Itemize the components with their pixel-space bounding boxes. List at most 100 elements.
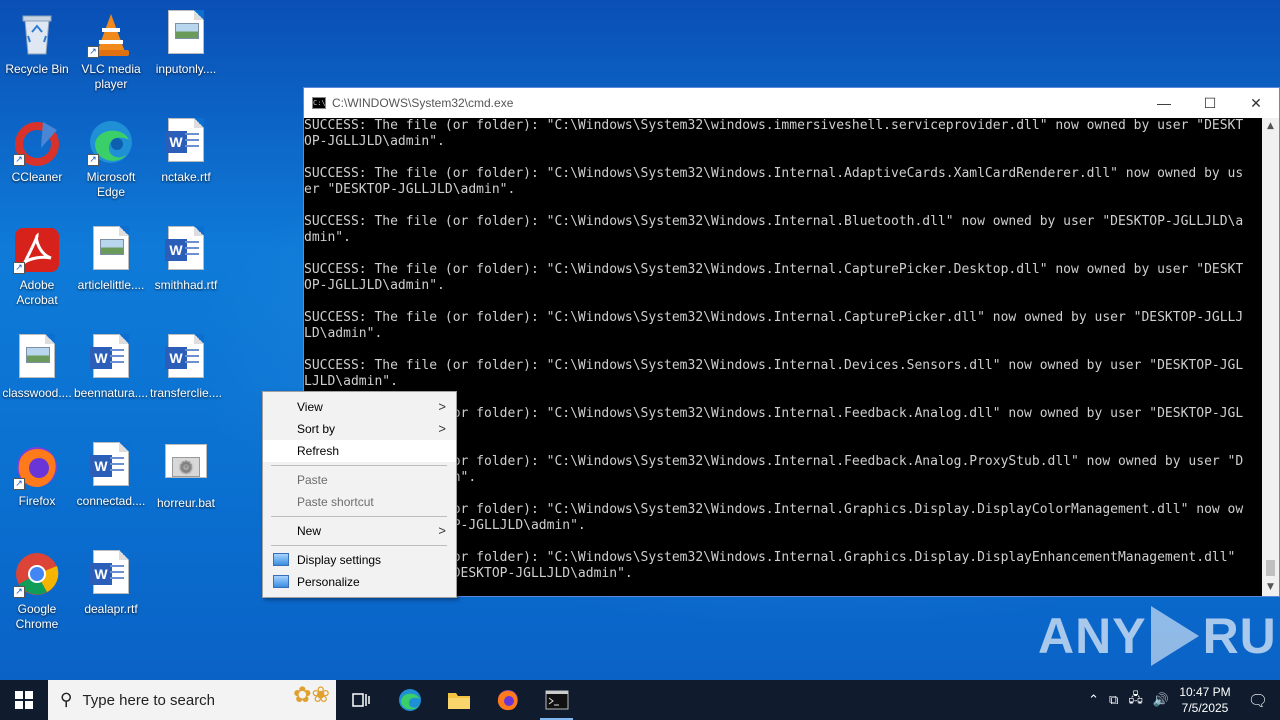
edge-icon [398, 689, 421, 711]
shortcut-arrow-icon: ↗ [13, 586, 25, 598]
cmd-titlebar[interactable]: C:\ C:\WINDOWS\System32\cmd.exe — ☐ ✕ [304, 88, 1279, 118]
desktop-icon-smithhad[interactable]: W smithhad.rtf [149, 220, 223, 293]
notification-center-icon[interactable]: 🗨 [1236, 691, 1280, 710]
watermark-text-left: ANY [1038, 608, 1147, 664]
edge-icon: ↗ [87, 118, 135, 166]
desktop-icon-label: dealapr.rtf [84, 602, 138, 616]
clock-time: 10:47 PM [1179, 685, 1231, 699]
menu-item-refresh[interactable]: Refresh [263, 440, 456, 462]
desktop-icon-articlelittle[interactable]: articlelittle.... [74, 220, 148, 293]
search-placeholder: Type here to search [82, 691, 216, 709]
desktop-icon-label: Recycle Bin [5, 62, 69, 76]
word-document-icon: W [87, 334, 135, 382]
scroll-up-icon[interactable]: ▲ [1262, 118, 1279, 135]
vertical-scrollbar[interactable]: ▲ ▼ [1262, 118, 1279, 596]
volume-icon[interactable]: 🔊 [1148, 693, 1174, 708]
desktop-icon-label: nctake.rtf [161, 170, 211, 184]
menu-item-sort-by[interactable]: Sort by > [263, 418, 456, 440]
menu-item-label: Display settings [297, 553, 382, 567]
word-document-icon: W [162, 334, 210, 382]
desktop-icon-vlc[interactable]: ↗ VLC media player [74, 4, 148, 92]
play-logo-icon [1150, 606, 1199, 666]
menu-item-label: New [297, 524, 322, 538]
desktop-icon-label: connectad.... [76, 494, 146, 508]
image-file-icon [162, 10, 210, 58]
desktop-icon-classwood[interactable]: classwood.... [0, 328, 74, 401]
chrome-icon: ↗ [13, 550, 61, 598]
personalize-icon [273, 575, 289, 588]
desktop-icon-beennatura[interactable]: W beennatura.... [74, 328, 148, 401]
taskbar-cmd-button[interactable] [532, 680, 581, 720]
taskbar-clock[interactable]: 10:47 PM 7/5/2025 [1174, 684, 1236, 716]
desktop-icon-horreur-bat[interactable]: ⚙ horreur.bat [149, 436, 223, 511]
start-button[interactable] [0, 680, 48, 720]
acrobat-icon: ↗ [13, 226, 61, 274]
desktop-icon-label: inputonly.... [155, 62, 217, 76]
desktop-icon-edge[interactable]: ↗ Microsoft Edge [74, 112, 148, 200]
desktop-icon-label: CCleaner [11, 170, 63, 184]
desktop-icon-firefox[interactable]: ↗ Firefox [0, 436, 74, 509]
desktop-icon-label: VLC media player [81, 62, 141, 91]
shortcut-arrow-icon: ↗ [87, 46, 99, 58]
maximize-button[interactable]: ☐ [1187, 88, 1233, 118]
search-highlight-flowers-icon: ✿❀ [293, 682, 330, 707]
search-icon: ⚲ [60, 690, 73, 709]
menu-item-label: Refresh [297, 444, 340, 458]
desktop-icon-label: Google Chrome [15, 602, 59, 631]
taskbar-file-explorer-button[interactable] [434, 680, 483, 720]
submenu-arrow-icon: > [438, 399, 446, 414]
batch-file-icon: ⚙ [162, 444, 210, 492]
folder-icon [447, 693, 470, 709]
menu-item-view[interactable]: View > [263, 396, 456, 418]
windows-logo-icon [15, 691, 33, 709]
watermark-text-right: RUN [1202, 608, 1280, 664]
close-button[interactable]: ✕ [1233, 88, 1279, 118]
desktop-icon-chrome[interactable]: ↗ Google Chrome [0, 544, 74, 632]
word-document-icon: W [87, 442, 135, 490]
recycle-bin-icon [13, 10, 61, 58]
firefox-icon [497, 690, 518, 711]
menu-separator [271, 545, 447, 546]
desktop-icon-nctake[interactable]: W nctake.rtf [149, 112, 223, 185]
desktop-icon-label: classwood.... [2, 386, 72, 400]
menu-item-label: Paste [297, 473, 328, 487]
show-hidden-icons-chevron-icon[interactable]: ⌃ [1083, 693, 1104, 708]
desktop-icon-label: transferclie.... [149, 386, 223, 400]
menu-separator [271, 516, 447, 517]
network-adapter-icon[interactable]: ⧉ [1104, 693, 1123, 708]
menu-separator [271, 465, 447, 466]
menu-item-paste[interactable]: Paste [263, 469, 456, 491]
menu-item-label: View [297, 400, 323, 414]
desktop-icon-label: articlelittle.... [77, 278, 145, 292]
desktop-icon-dealapr[interactable]: W dealapr.rtf [74, 544, 148, 617]
desktop-icon-recycle-bin[interactable]: Recycle Bin [0, 4, 74, 77]
scroll-down-icon[interactable]: ▼ [1262, 579, 1279, 596]
image-file-icon [87, 226, 135, 274]
desktop-icon-acrobat[interactable]: ↗ Adobe Acrobat [0, 220, 74, 308]
task-view-button[interactable] [336, 680, 385, 720]
desktop-icon-inputonly[interactable]: inputonly.... [149, 4, 223, 77]
menu-item-label: Sort by [297, 422, 336, 436]
cmd-icon: C:\ [312, 97, 326, 109]
taskbar-search-box[interactable]: ⚲ Type here to search ✿❀ [48, 680, 336, 720]
menu-item-personalize[interactable]: Personalize [263, 571, 456, 593]
menu-item-paste-shortcut[interactable]: Paste shortcut [263, 491, 456, 513]
desktop-icon-ccleaner[interactable]: ↗ CCleaner [0, 112, 74, 185]
submenu-arrow-icon: > [438, 421, 446, 436]
taskbar-firefox-button[interactable] [483, 680, 532, 720]
cmd-icon [545, 690, 568, 710]
menu-item-display-settings[interactable]: Display settings [263, 549, 456, 571]
taskbar-edge-button[interactable] [385, 680, 434, 720]
desktop-icon-transferclie[interactable]: W transferclie.... [149, 328, 223, 401]
word-document-icon: W [162, 118, 210, 166]
network-icon[interactable]: 🖧 [1123, 689, 1148, 711]
menu-item-new[interactable]: New > [263, 520, 456, 542]
clock-date: 7/5/2025 [1181, 701, 1229, 715]
desktop-icon-connectad[interactable]: W connectad.... [74, 436, 148, 509]
scrollbar-thumb[interactable] [1266, 560, 1275, 576]
minimize-button[interactable]: — [1141, 88, 1187, 118]
shortcut-arrow-icon: ↗ [13, 262, 25, 274]
taskbar: ⚲ Type here to search ✿❀ ⌃ ⧉ 🖧 🔊 10:47 P… [0, 680, 1280, 720]
vlc-icon: ↗ [87, 10, 135, 58]
display-settings-icon [273, 553, 289, 566]
